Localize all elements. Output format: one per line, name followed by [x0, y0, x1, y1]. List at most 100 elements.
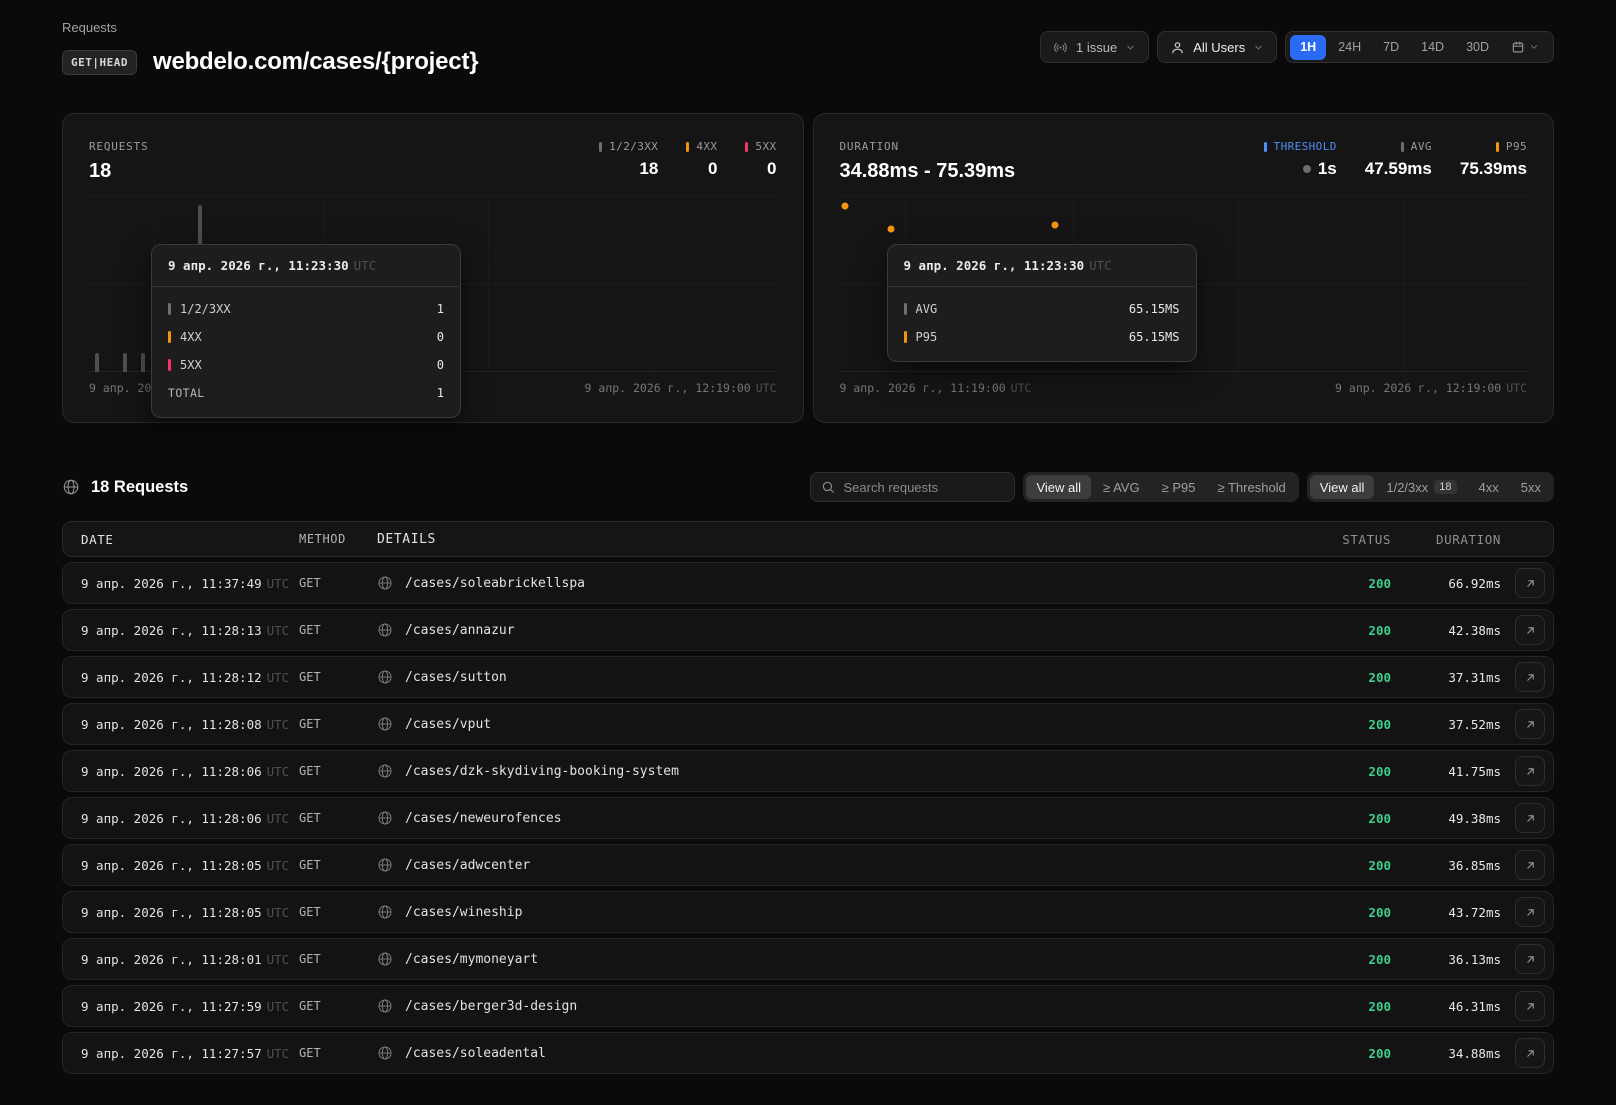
request-duration: 34.88ms — [1391, 1046, 1501, 1061]
requests-tooltip: 9 апр. 2026 г., 11:23:30UTC 1/2/3XX 1 4X… — [151, 244, 461, 418]
search-icon — [821, 480, 835, 494]
time-range-button[interactable]: 30D — [1456, 35, 1499, 60]
duration-filter-button[interactable]: ≥ AVG — [1093, 475, 1150, 499]
observability-page: Requests GET|HEAD webdelo.com/cases/{pro… — [0, 0, 1616, 1074]
tooltip-swatch — [168, 359, 171, 371]
request-method: GET — [299, 952, 377, 966]
request-duration: 37.31ms — [1391, 670, 1501, 685]
open-request-button[interactable] — [1515, 803, 1545, 833]
open-request-button[interactable] — [1515, 615, 1545, 645]
arrow-up-right-icon — [1524, 577, 1537, 590]
requests-panel: REQUESTS 18 1/2/3XX 18 — [62, 113, 804, 423]
open-request-button[interactable] — [1515, 568, 1545, 598]
request-path: /cases/mymoneyart — [405, 952, 538, 967]
open-request-button[interactable] — [1515, 756, 1545, 786]
x-axis-start-label: 9 апр. 2026 г., 11:19:00UTC — [840, 381, 1032, 395]
page-title: webdelo.com/cases/{project} — [153, 48, 478, 76]
users-dropdown[interactable]: All Users — [1157, 31, 1277, 63]
table-row[interactable]: 9 апр. 2026 г., 11:28:06UTC GET /cases/d… — [62, 750, 1554, 792]
request-duration: 36.13ms — [1391, 952, 1501, 967]
calendar-icon — [1511, 40, 1525, 54]
status-badge: 200 — [1251, 999, 1391, 1014]
tooltip-swatch — [168, 331, 171, 343]
column-header-method: METHOD — [299, 532, 377, 546]
open-request-button[interactable] — [1515, 991, 1545, 1021]
open-request-button[interactable] — [1515, 850, 1545, 880]
globe-icon — [377, 575, 393, 591]
legend-item: 4XX 0 — [686, 140, 717, 179]
legend-label: AVG — [1411, 140, 1432, 153]
time-range-button[interactable]: 1H — [1290, 35, 1326, 60]
open-request-button[interactable] — [1515, 1038, 1545, 1068]
open-request-button[interactable] — [1515, 944, 1545, 974]
status-filter-button[interactable]: View all — [1310, 475, 1375, 499]
arrow-up-right-icon — [1524, 671, 1537, 684]
request-details: /cases/mymoneyart — [377, 951, 1251, 967]
request-method: GET — [299, 670, 377, 684]
request-duration: 46.31ms — [1391, 999, 1501, 1014]
time-range-button[interactable]: 14D — [1411, 35, 1454, 60]
request-method: GET — [299, 858, 377, 872]
open-request-button[interactable] — [1515, 662, 1545, 692]
duration-tooltip: 9 апр. 2026 г., 11:23:30UTC AVG 65.15MS … — [887, 244, 1197, 362]
request-method: GET — [299, 811, 377, 825]
request-date: 9 апр. 2026 г., 11:28:05UTC — [81, 905, 299, 920]
time-range-button[interactable]: 7D — [1373, 35, 1409, 60]
chevron-down-icon — [1125, 42, 1136, 53]
tooltip-swatch — [168, 303, 171, 315]
status-filter-button[interactable]: 4xx — [1469, 475, 1509, 499]
table-row[interactable]: 9 апр. 2026 г., 11:28:05UTC GET /cases/w… — [62, 891, 1554, 933]
request-duration: 66.92ms — [1391, 576, 1501, 591]
status-filter-badge: 18 — [1434, 480, 1456, 494]
duration-filter-button[interactable]: View all — [1026, 475, 1091, 499]
request-path: /cases/adwcenter — [405, 858, 530, 873]
table-row[interactable]: 9 апр. 2026 г., 11:28:12UTC GET /cases/s… — [62, 656, 1554, 698]
status-filter-button[interactable]: 5xx — [1511, 475, 1551, 499]
time-range-button[interactable]: 24H — [1328, 35, 1371, 60]
arrow-up-right-icon — [1524, 1000, 1537, 1013]
open-request-button[interactable] — [1515, 897, 1545, 927]
table-row[interactable]: 9 апр. 2026 г., 11:28:08UTC GET /cases/v… — [62, 703, 1554, 745]
request-path: /cases/neweurofences — [405, 811, 562, 826]
status-badge: 200 — [1251, 858, 1391, 873]
avg-legend: AVG 47.59ms — [1365, 140, 1432, 179]
requests-panel-label: REQUESTS — [89, 140, 148, 153]
globe-icon — [62, 478, 80, 496]
request-method: GET — [299, 999, 377, 1013]
duration-filter-button[interactable]: ≥ P95 — [1152, 475, 1206, 499]
arrow-up-right-icon — [1524, 953, 1537, 966]
request-date: 9 апр. 2026 г., 11:28:05UTC — [81, 858, 299, 873]
open-request-button[interactable] — [1515, 709, 1545, 739]
issues-dropdown[interactable]: 1 issue — [1040, 31, 1149, 63]
globe-icon — [377, 810, 393, 826]
p95-legend: P95 75.39ms — [1460, 140, 1527, 179]
threshold-dot-icon — [1303, 165, 1311, 173]
globe-icon — [377, 998, 393, 1014]
globe-icon — [377, 622, 393, 638]
duration-filter-button[interactable]: ≥ Threshold — [1207, 475, 1295, 499]
users-label: All Users — [1193, 40, 1245, 55]
user-icon — [1170, 40, 1185, 55]
table-row[interactable]: 9 апр. 2026 г., 11:27:57UTC GET /cases/s… — [62, 1032, 1554, 1074]
search-input[interactable] — [843, 480, 1004, 495]
requests-list-title: 18 Requests — [62, 478, 188, 497]
legend-item: 1/2/3XX 18 — [599, 140, 658, 179]
date-picker-button[interactable] — [1501, 35, 1549, 60]
arrow-up-right-icon — [1524, 906, 1537, 919]
table-row[interactable]: 9 апр. 2026 г., 11:28:13UTC GET /cases/a… — [62, 609, 1554, 651]
table-row[interactable]: 9 апр. 2026 г., 11:27:59UTC GET /cases/b… — [62, 985, 1554, 1027]
search-requests[interactable] — [810, 472, 1015, 502]
request-duration: 42.38ms — [1391, 623, 1501, 638]
status-badge: 200 — [1251, 576, 1391, 591]
chart-dot — [842, 203, 849, 210]
duration-range-value: 34.88ms - 75.39ms — [840, 160, 1016, 183]
table-row[interactable]: 9 апр. 2026 г., 11:37:49UTC GET /cases/s… — [62, 562, 1554, 604]
x-axis-end-label: 9 апр. 2026 г., 12:19:00UTC — [585, 381, 777, 395]
request-path: /cases/vput — [405, 717, 491, 732]
status-filter-button[interactable]: 1/2/3xx 18 — [1376, 475, 1466, 499]
tooltip-row: P95 65.15MS — [904, 323, 1180, 351]
table-row[interactable]: 9 апр. 2026 г., 11:28:05UTC GET /cases/a… — [62, 844, 1554, 886]
chart-bar — [95, 353, 99, 372]
table-row[interactable]: 9 апр. 2026 г., 11:28:06UTC GET /cases/n… — [62, 797, 1554, 839]
table-row[interactable]: 9 апр. 2026 г., 11:28:01UTC GET /cases/m… — [62, 938, 1554, 980]
